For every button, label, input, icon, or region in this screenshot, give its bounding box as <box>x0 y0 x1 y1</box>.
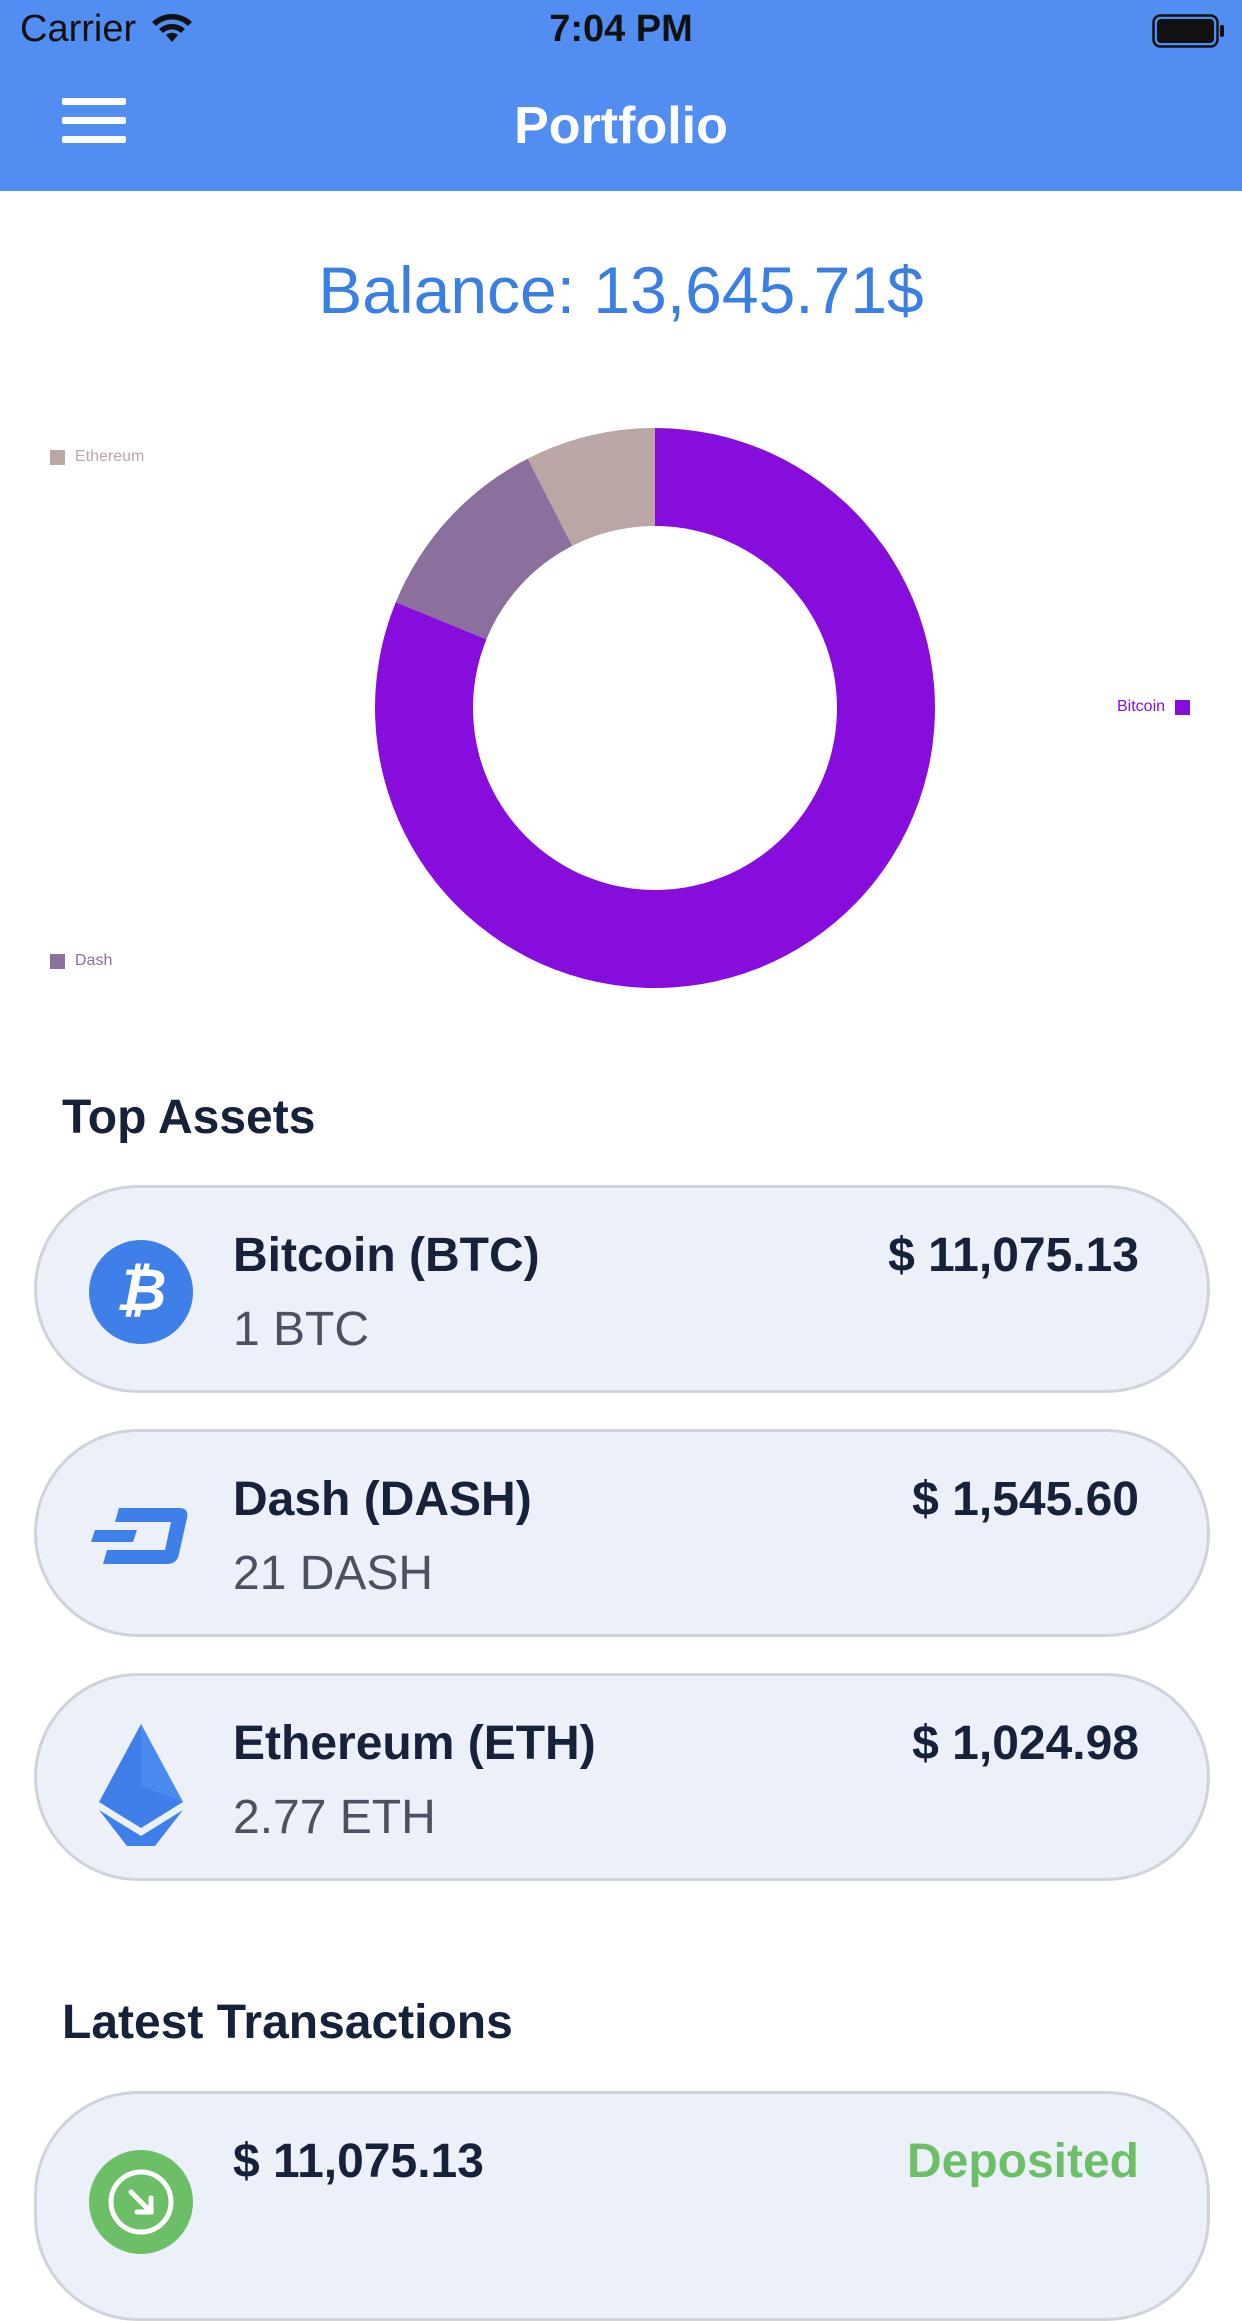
asset-card-bitcoin[interactable]: ₿ Bitcoin (BTC) 1 BTC $ 11,075.13 <box>34 1185 1210 1393</box>
page-title: Portfolio <box>514 97 728 155</box>
latest-transactions-title: Latest Transactions <box>62 1996 513 2049</box>
legend-bitcoin: Bitcoin <box>1117 698 1191 716</box>
dash-icon <box>91 1508 188 1564</box>
asset-amount: 1 BTC <box>233 1303 370 1356</box>
portfolio-donut-chart: Ethereum Bitcoin Dash <box>0 380 1242 1020</box>
asset-name: Ethereum (ETH) <box>233 1717 596 1770</box>
asset-value: $ 1,545.60 <box>912 1473 1139 1526</box>
transaction-amount: $ 11,075.13 <box>233 2135 484 2188</box>
legend-label-ethereum: Ethereum <box>75 448 145 465</box>
bitcoin-icon: ₿ <box>89 1240 193 1344</box>
top-assets-title: Top Assets <box>62 1091 316 1144</box>
asset-value: $ 11,075.13 <box>888 1229 1139 1282</box>
transaction-card[interactable]: $ 11,075.13 Deposited <box>34 2091 1210 2321</box>
asset-value: $ 1,024.98 <box>912 1717 1139 1770</box>
legend-ethereum: Ethereum <box>50 448 144 466</box>
asset-amount: 21 DASH <box>233 1547 434 1600</box>
asset-name: Bitcoin (BTC) <box>233 1229 540 1282</box>
donut-chart-svg <box>374 428 935 988</box>
legend-label-bitcoin: Bitcoin <box>1117 698 1166 715</box>
asset-card-dash[interactable]: Dash (DASH) 21 DASH $ 1,545.60 <box>34 1429 1210 1637</box>
asset-name: Dash (DASH) <box>233 1473 532 1526</box>
asset-amount: 2.77 ETH <box>233 1791 436 1844</box>
deposit-icon <box>89 2150 193 2254</box>
clock-label: 7:04 PM <box>549 8 693 50</box>
legend-swatch-bitcoin <box>1175 699 1191 715</box>
legend-swatch-dash <box>50 953 65 969</box>
app-header: Carrier 7:04 PM Portfolio <box>0 0 1242 191</box>
legend-label-dash: Dash <box>75 952 113 969</box>
battery-icon <box>1152 14 1224 48</box>
balance-label: Balance: 13,645.71$ <box>318 253 924 327</box>
legend-dash: Dash <box>50 952 112 970</box>
asset-card-ethereum[interactable]: Ethereum (ETH) 2.77 ETH $ 1,024.98 <box>34 1673 1210 1881</box>
legend-swatch-ethereum <box>50 449 65 465</box>
ethereum-icon <box>99 1724 183 1846</box>
svg-text:₿: ₿ <box>116 1258 167 1323</box>
transaction-status: Deposited <box>906 2135 1139 2188</box>
